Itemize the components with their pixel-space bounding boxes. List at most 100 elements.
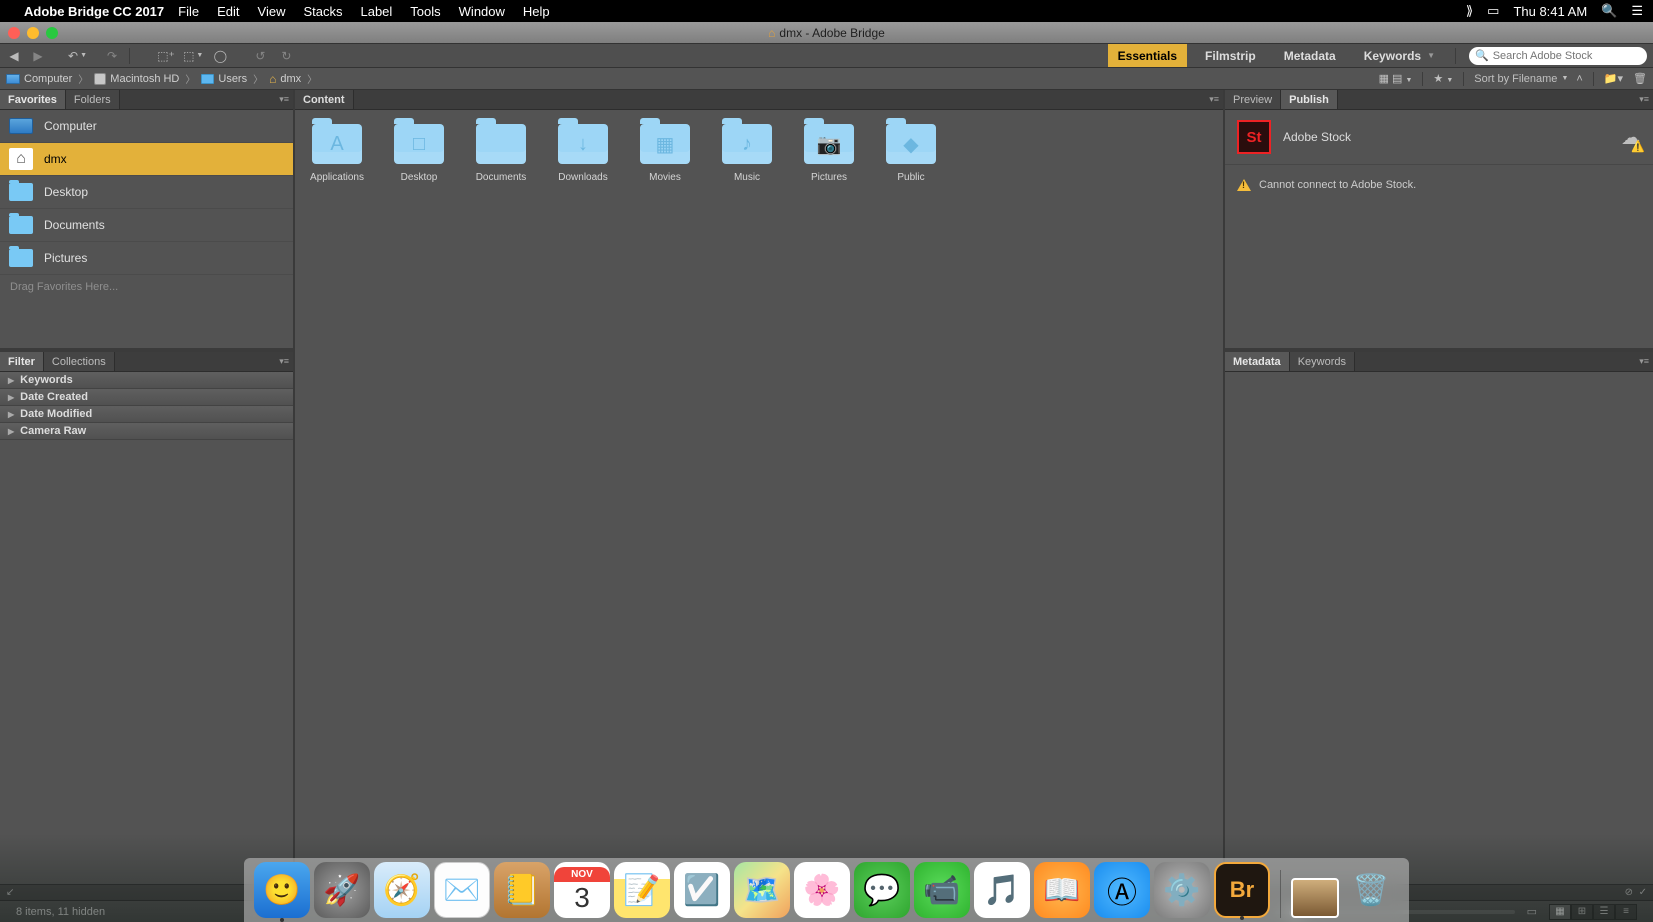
close-window-button[interactable] bbox=[8, 27, 20, 39]
rating-filter-icon[interactable]: ★ ▼ bbox=[1433, 72, 1453, 85]
favorite-pictures[interactable]: Pictures bbox=[0, 242, 293, 275]
tab-folders[interactable]: Folders bbox=[66, 90, 120, 109]
tab-keywords-panel[interactable]: Keywords bbox=[1290, 352, 1355, 371]
dock-trash[interactable]: 🗑️ bbox=[1343, 862, 1399, 918]
dock-messages[interactable]: 💬 bbox=[854, 862, 910, 918]
menu-view[interactable]: View bbox=[258, 4, 286, 19]
dock-reminders[interactable]: ☑️ bbox=[674, 862, 730, 918]
menu-tools[interactable]: Tools bbox=[410, 4, 440, 19]
favorite-computer[interactable]: Computer bbox=[0, 110, 293, 143]
filter-keywords[interactable]: ▶Keywords bbox=[0, 372, 293, 389]
view-grid-button[interactable]: ▦ bbox=[1549, 904, 1571, 920]
chevron-right-icon[interactable]: 〉 bbox=[307, 71, 317, 86]
app-name[interactable]: Adobe Bridge CC 2017 bbox=[24, 4, 164, 19]
content-folder-pictures[interactable]: 📷Pictures bbox=[803, 124, 855, 183]
dock-finder[interactable]: 🙂 bbox=[254, 862, 310, 918]
back-button[interactable]: ◀ bbox=[6, 49, 22, 63]
content-folder-movies[interactable]: ▦Movies bbox=[639, 124, 691, 183]
open-camera-raw-icon[interactable]: ◯ bbox=[211, 47, 229, 65]
rotate-ccw-icon[interactable]: ↺ bbox=[251, 47, 269, 65]
crumb-computer[interactable]: Computer bbox=[6, 73, 72, 85]
search-input[interactable] bbox=[1493, 50, 1641, 62]
favorite-desktop[interactable]: Desktop bbox=[0, 176, 293, 209]
tab-content[interactable]: Content bbox=[295, 90, 354, 109]
view-thumb-lock-button[interactable]: ⊞ bbox=[1571, 904, 1593, 920]
panel-menu-icon[interactable]: ▾≡ bbox=[279, 94, 289, 105]
sort-dropdown[interactable]: Sort by Filename▼˄ bbox=[1474, 73, 1583, 85]
spotlight-icon[interactable]: 🔍 bbox=[1601, 3, 1617, 19]
dock-itunes[interactable]: 🎵 bbox=[974, 862, 1030, 918]
dock-mail[interactable]: ✉️ bbox=[434, 862, 490, 918]
content-folder-desktop[interactable]: □Desktop bbox=[393, 124, 445, 183]
dock-launchpad[interactable]: 🚀 bbox=[314, 862, 370, 918]
content-folder-public[interactable]: ◆Public bbox=[885, 124, 937, 183]
crumb-users[interactable]: Users bbox=[201, 73, 247, 85]
filter-date-modified[interactable]: ▶Date Modified bbox=[0, 406, 293, 423]
view-details-button[interactable]: ☰ bbox=[1593, 904, 1615, 920]
view-list-button[interactable]: ≡ bbox=[1615, 904, 1637, 920]
notification-center-icon[interactable]: ⟫ bbox=[1466, 3, 1473, 19]
workspace-metadata[interactable]: Metadata bbox=[1274, 44, 1346, 67]
boomerang-button[interactable]: ↷ bbox=[107, 49, 117, 63]
dock-system-preferences[interactable]: ⚙️ bbox=[1154, 862, 1210, 918]
panel-menu-icon[interactable]: ▾≡ bbox=[1639, 356, 1649, 367]
clock[interactable]: Thu 8:41 AM bbox=[1513, 4, 1587, 19]
tab-filter[interactable]: Filter bbox=[0, 352, 44, 371]
pin-icon[interactable]: ↙ bbox=[6, 887, 14, 898]
workspace-filmstrip[interactable]: Filmstrip bbox=[1195, 44, 1266, 67]
dock-ibooks[interactable]: 📖 bbox=[1034, 862, 1090, 918]
menu-edit[interactable]: Edit bbox=[217, 4, 239, 19]
menu-file[interactable]: File bbox=[178, 4, 199, 19]
camera-download-icon[interactable]: ⬚⁺ bbox=[157, 47, 175, 65]
rotate-cw-icon[interactable]: ↻ bbox=[277, 47, 295, 65]
menu-stacks[interactable]: Stacks bbox=[303, 4, 342, 19]
new-folder-icon[interactable]: 📁▾ bbox=[1604, 72, 1623, 85]
dock-maps[interactable]: 🗺️ bbox=[734, 862, 790, 918]
zoom-window-button[interactable] bbox=[46, 27, 58, 39]
tab-publish[interactable]: Publish bbox=[1281, 90, 1338, 109]
dock-adobe-bridge[interactable]: Br bbox=[1214, 862, 1270, 918]
airplay-icon[interactable]: ▭ bbox=[1487, 3, 1499, 19]
tab-favorites[interactable]: Favorites bbox=[0, 90, 66, 109]
content-folder-documents[interactable]: Documents bbox=[475, 124, 527, 183]
dock-minimized-window[interactable] bbox=[1291, 878, 1339, 918]
tab-metadata[interactable]: Metadata bbox=[1225, 352, 1290, 371]
dock-calendar[interactable]: NOV3 bbox=[554, 862, 610, 918]
dock-notes[interactable]: 📝 bbox=[614, 862, 670, 918]
menu-help[interactable]: Help bbox=[523, 4, 550, 19]
filter-date-created[interactable]: ▶Date Created bbox=[0, 389, 293, 406]
dock-safari[interactable]: 🧭 bbox=[374, 862, 430, 918]
workspace-essentials[interactable]: Essentials bbox=[1108, 44, 1187, 67]
apply-icon[interactable]: ✓ bbox=[1639, 887, 1647, 898]
adobe-stock-row[interactable]: St Adobe Stock ☁⚠️ bbox=[1225, 110, 1653, 165]
menu-window[interactable]: Window bbox=[459, 4, 505, 19]
filter-camera-raw[interactable]: ▶Camera Raw bbox=[0, 423, 293, 440]
recent-back-dropdown[interactable]: ↶▼ bbox=[68, 49, 87, 63]
favorite-documents[interactable]: Documents bbox=[0, 209, 293, 242]
crumb-macintosh-hd[interactable]: Macintosh HD bbox=[94, 73, 179, 85]
panel-menu-icon[interactable]: ▾≡ bbox=[1209, 94, 1219, 105]
workspace-keywords[interactable]: Keywords▼ bbox=[1354, 44, 1445, 67]
content-folder-applications[interactable]: AApplications bbox=[311, 124, 363, 183]
panel-menu-icon[interactable]: ▾≡ bbox=[1639, 94, 1649, 105]
delete-icon[interactable]: 🗑 bbox=[1633, 72, 1647, 85]
tab-preview[interactable]: Preview bbox=[1225, 90, 1281, 109]
menu-label[interactable]: Label bbox=[360, 4, 392, 19]
dock-photos[interactable]: 🌸 bbox=[794, 862, 850, 918]
content-folder-downloads[interactable]: ↓Downloads bbox=[557, 124, 609, 183]
minimize-window-button[interactable] bbox=[27, 27, 39, 39]
forward-button[interactable]: ▶ bbox=[30, 49, 46, 63]
content-grid[interactable]: AApplications □Desktop Documents ↓Downloads… bbox=[295, 110, 1223, 900]
dock-facetime[interactable]: 📹 bbox=[914, 862, 970, 918]
refine-dropdown[interactable]: ⬚▼ bbox=[183, 49, 203, 63]
zoom-in-icon[interactable]: ▭ bbox=[1527, 905, 1537, 918]
dock-appstore[interactable]: Ⓐ bbox=[1094, 862, 1150, 918]
thumbnail-quality-icon[interactable]: ▦ ▤ ▼ bbox=[1379, 72, 1413, 85]
menu-extras-icon[interactable]: ☰ bbox=[1631, 3, 1643, 19]
content-folder-music[interactable]: ♪Music bbox=[721, 124, 773, 183]
crumb-dmx[interactable]: ⌂dmx bbox=[269, 72, 301, 86]
panel-menu-icon[interactable]: ▾≡ bbox=[279, 356, 289, 367]
cancel-icon[interactable]: ⊘ bbox=[1625, 887, 1633, 898]
dock-contacts[interactable]: 📒 bbox=[494, 862, 550, 918]
favorite-dmx[interactable]: ⌂dmx bbox=[0, 143, 293, 176]
